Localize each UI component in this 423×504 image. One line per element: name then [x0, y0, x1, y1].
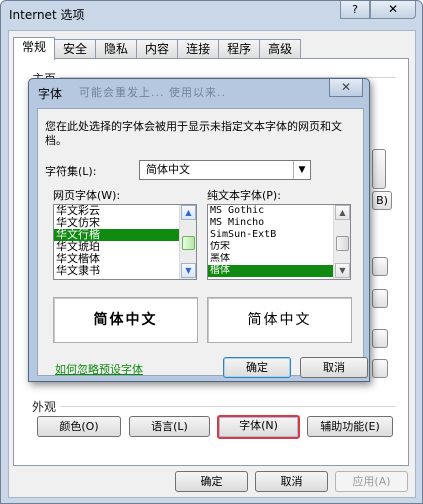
fonts-dialog-title: 字体 [38, 87, 63, 101]
accessibility-button[interactable]: 辅助功能(E) [307, 416, 393, 437]
home-page-field-edge [372, 149, 386, 189]
chevron-down-icon[interactable]: ▼ [293, 161, 310, 179]
font-list-item[interactable]: 楷体 [208, 265, 350, 277]
fonts-dialog-close-button[interactable]: ✕ [329, 79, 363, 97]
plain-text-font-preview: 简体中文 [207, 297, 352, 343]
font-list-item[interactable]: 华文仿宋 [54, 217, 196, 229]
webpage-font-preview: 简体中文 [53, 297, 198, 343]
languages-button[interactable]: 语言(L) [129, 416, 210, 437]
charset-label: 字符集(L): [45, 165, 97, 178]
webpage-font-scrollbar[interactable]: ▲ ▼ [179, 205, 196, 279]
fonts-cancel-button[interactable]: 取消 [300, 357, 368, 378]
font-list-item[interactable]: 华文楷体 [54, 253, 196, 265]
internet-options-screen: Internet 选项 ? ✕ 常规 安全 隐私 内容 连接 程序 高级 主页 … [0, 0, 423, 504]
font-list-item[interactable]: SimSun-ExtB [208, 229, 350, 241]
fonts-ok-button[interactable]: 确定 [223, 357, 291, 378]
scroll-up-arrow-icon[interactable]: ▲ [181, 205, 196, 220]
colors-button[interactable]: 颜色(O) [37, 416, 121, 437]
appearance-divider [60, 406, 396, 407]
search-button-edge[interactable] [372, 329, 388, 348]
font-list-item[interactable]: MS Mincho [208, 217, 350, 229]
history-button-edge[interactable] [372, 257, 388, 276]
scroll-down-arrow-icon[interactable]: ▼ [335, 263, 350, 278]
tab-general[interactable]: 常规 [13, 37, 56, 60]
fonts-button[interactable]: 字体(N) [217, 415, 300, 439]
tab-privacy[interactable]: 隐私 [95, 39, 138, 59]
tab-connections[interactable]: 连接 [177, 39, 220, 59]
use-blank-button-edge[interactable]: B) [372, 191, 392, 210]
font-list-item[interactable]: 华文彩云 [54, 205, 196, 217]
window-title: Internet 选项 [9, 8, 85, 22]
font-list-item[interactable]: 华文行楷 [54, 229, 196, 241]
plain-text-font-list[interactable]: MS Gothic MS Mincho SimSun-ExtB 仿宋 黑体 楷体 ▲ ▼ [207, 204, 351, 280]
webpage-font-list[interactable]: 华文彩云 华文仿宋 华文行楷 华文琥珀 华文楷体 华文隶书 ▲ ▼ [53, 204, 197, 280]
ignore-default-fonts-link[interactable]: 如何忽略预设字体 [55, 361, 143, 377]
tab-strip: 常规 安全 隐私 内容 连接 程序 高级 [13, 37, 302, 60]
fonts-dialog: 字体 可能会重发上... 使用以来.. ✕ 您在此处选择的字体会被用于显示未指定… [28, 78, 370, 382]
font-list-item[interactable]: 黑体 [208, 253, 350, 265]
tab-content[interactable]: 内容 [136, 39, 179, 59]
plain-text-font-scrollbar[interactable]: ▲ ▼ [333, 205, 350, 279]
tab-security[interactable]: 安全 [54, 39, 97, 59]
tab-programs[interactable]: 程序 [218, 39, 261, 59]
window-close-button[interactable]: ✕ [370, 1, 416, 19]
help-button[interactable]: ? [340, 1, 370, 19]
charset-value: 简体中文 [146, 163, 190, 176]
apply-button[interactable]: 应用(A) [335, 471, 408, 492]
webpage-font-items: 华文彩云 华文仿宋 华文行楷 华文琥珀 华文楷体 华文隶书 [54, 205, 196, 277]
scroll-up-arrow-icon[interactable]: ▲ [335, 205, 350, 220]
font-list-item[interactable]: 华文琥珀 [54, 241, 196, 253]
fonts-dialog-title-shadow: 可能会重发上... 使用以来.. [79, 86, 226, 99]
plain-text-font-items: MS Gothic MS Mincho SimSun-ExtB 仿宋 黑体 楷体 [208, 205, 350, 277]
tab-advanced[interactable]: 高级 [259, 39, 302, 59]
charset-select[interactable]: 简体中文 ▼ [139, 160, 311, 180]
appearance-group-label: 外观 [32, 400, 57, 414]
scroll-down-arrow-icon[interactable]: ▼ [181, 263, 196, 278]
settings-button-edge[interactable] [372, 359, 388, 378]
ok-button[interactable]: 确定 [175, 471, 248, 492]
font-list-item[interactable]: 仿宋 [208, 241, 350, 253]
fonts-description: 您在此处选择的字体会被用于显示未指定文本字体的网页和文档。 [45, 120, 342, 147]
font-list-item[interactable]: MS Gothic [208, 205, 350, 217]
webpage-font-label: 网页字体(W): [53, 189, 121, 202]
cancel-button[interactable]: 取消 [255, 471, 328, 492]
font-list-item[interactable]: 华文隶书 [54, 265, 196, 277]
plain-text-font-label: 纯文本字体(P): [207, 189, 281, 202]
scroll-thumb[interactable] [336, 236, 349, 251]
tabs-button-edge[interactable] [372, 289, 388, 308]
scroll-thumb[interactable] [182, 236, 195, 250]
